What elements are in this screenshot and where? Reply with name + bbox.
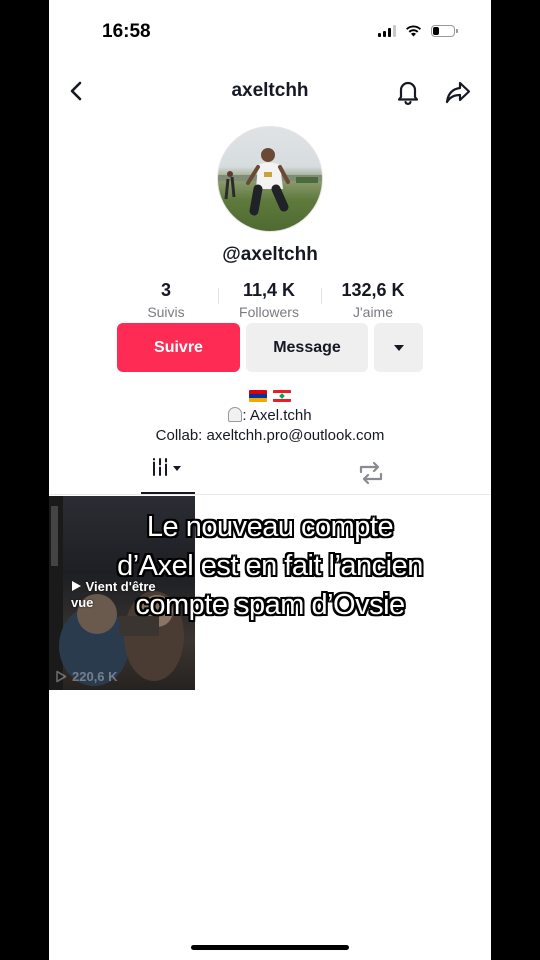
status-icons [378, 24, 458, 37]
status-time: 16:58 [102, 21, 151, 42]
bio-flags [49, 386, 491, 406]
overlay-caption-line: d’Axel est en fait l’ancien [117, 550, 423, 582]
profile-screen: 16:58 axeltchh @axeltchh 3 Suivis 11,4 K… [49, 0, 491, 960]
stat-followers-label: Followers [239, 304, 299, 320]
stat-likes-count: 132,6 K [341, 280, 405, 300]
overlay-caption-line: compte spam d’Ovsie [135, 589, 405, 621]
profile-bio: : Axel.tchh Collab: axeltchh.pro@outlook… [49, 386, 491, 446]
battery-level [433, 26, 439, 35]
stat-following-label: Suivis [147, 304, 185, 320]
stat-divider [321, 288, 322, 304]
stat-following[interactable]: 3 Suivis [116, 279, 216, 322]
bio-collab: Collab: axeltchh.pro@outlook.com [155, 427, 385, 444]
play-outline-icon [56, 670, 67, 683]
overlay-caption-line: Le nouveau compte [146, 511, 394, 543]
repost-icon[interactable] [357, 460, 385, 486]
follow-button[interactable]: Suivre [117, 323, 240, 372]
profile-handle: @axeltchh [222, 244, 318, 265]
tab-divider [49, 494, 491, 495]
page-title: axeltchh [231, 80, 309, 101]
chevron-down-icon [393, 344, 404, 351]
stat-following-count: 3 [160, 280, 171, 300]
avatar-photo [218, 148, 322, 216]
share-icon[interactable] [444, 78, 472, 106]
stat-followers[interactable]: 11,4 K Followers [219, 279, 319, 322]
bell-icon[interactable] [395, 78, 421, 106]
message-button[interactable]: Message [246, 323, 368, 372]
bio-snapchat: : Axel.tchh [49, 406, 491, 426]
armenia-flag-icon [248, 390, 267, 403]
stat-likes: 132,6 K J'aime [323, 279, 423, 322]
ghost-icon [228, 407, 243, 422]
avatar[interactable] [217, 126, 323, 232]
video-views: 220,6 K [55, 669, 118, 684]
signal-icon [378, 24, 396, 37]
stat-followers-count: 11,4 K [242, 280, 296, 300]
bio-snapchat-text: : Axel.tchh [242, 407, 312, 424]
lebanon-flag-icon [273, 390, 292, 403]
stat-likes-label: J'aime [352, 304, 394, 320]
suggested-accounts-button[interactable] [374, 323, 423, 372]
overlay-caption: Le nouveau compte d’Axel est en fait l’a… [49, 508, 491, 625]
home-indicator[interactable] [191, 945, 349, 950]
video-views-count: 220,6 K [72, 669, 118, 684]
tab-videos[interactable] [141, 456, 195, 494]
wifi-icon [406, 25, 421, 37]
grid-videos-icon [153, 458, 181, 476]
battery-icon [431, 24, 458, 37]
